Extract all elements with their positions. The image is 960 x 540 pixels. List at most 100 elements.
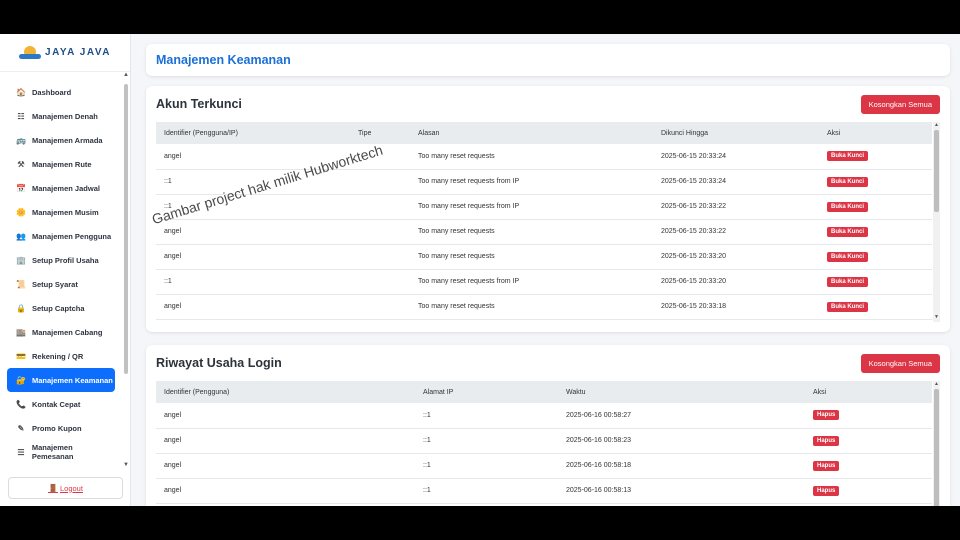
brand-logo[interactable]: JAYA JAVA [0, 34, 130, 72]
cell-action: Buka Kunci [819, 144, 932, 170]
logout-button[interactable]: 🚪 Logout [8, 477, 123, 499]
locked-accounts-title: Akun Terkunci [156, 97, 242, 111]
unlock-button[interactable]: Buka Kunci [827, 251, 869, 262]
delete-button[interactable]: Hapus [813, 410, 840, 421]
locked-table-scrollbar[interactable]: ▲ ▼ [933, 122, 940, 322]
cell-action: Buka Kunci [819, 219, 932, 245]
cell-until: 2025-06-15 20:33:24 [653, 144, 819, 170]
login-history-panel: Riwayat Usaha Login Kosongkan Semua Iden… [146, 345, 950, 506]
scroll-icon: 📜 [16, 279, 26, 289]
sidebar-item-manajemen-cabang[interactable]: 🏬 Manajemen Cabang [0, 320, 115, 344]
cell-action: Buka Kunci [819, 194, 932, 220]
sidebar-item-setup-captcha[interactable]: 🔒 Setup Captcha [0, 296, 115, 320]
sidebar-item-kontak-cepat[interactable]: 📞 Kontak Cepat [0, 392, 115, 416]
table-row: angel Too many reset requests 2025-06-15 2… [156, 219, 932, 245]
sidebar-item-setup-syarat[interactable]: 📜 Setup Syarat [0, 272, 115, 296]
cell-action: Hapus [805, 403, 932, 429]
table-row: angel Too many reset requests 2025-06-15 2… [156, 244, 932, 270]
cell-reason: Too many reset requests [410, 294, 653, 320]
bus-icon: 🚌 [16, 135, 26, 145]
building-icon: 🏢 [16, 255, 26, 265]
locked-accounts-panel: Akun Terkunci Kosongkan Semua Identifier… [146, 86, 950, 332]
sidebar-item-label: Rekening / QR [32, 351, 84, 361]
clear-history-button[interactable]: Kosongkan Semua [860, 353, 940, 373]
cell-type [350, 269, 410, 295]
table-row: ::1 Too many reset requests from IP 2025-0… [156, 194, 932, 220]
unlock-button[interactable]: Buka Kunci [827, 151, 869, 162]
scroll-down-icon[interactable]: ▼ [933, 314, 940, 320]
cell-until: 2025-06-15 20:33:24 [653, 169, 819, 195]
cell-time: 2025-06-16 00:58:18 [558, 453, 805, 479]
sidebar-item-label: Setup Captcha [32, 303, 85, 313]
cell-type [350, 219, 410, 245]
sidebar-item-manajemen-armada[interactable]: 🚌 Manajemen Armada [0, 128, 115, 152]
sidebar-scrollbar[interactable] [124, 76, 129, 466]
column-header: Alamat IP [415, 381, 558, 403]
sidebar-item-label: Dashboard [32, 87, 72, 97]
column-header: Dikunci Hingga [653, 122, 819, 144]
sidebar-item-setup-profil-usaha[interactable]: 🏢 Setup Profil Usaha [0, 248, 115, 272]
lock-icon: 🔒 [16, 303, 26, 313]
sidebar-item-manajemen-pengguna[interactable]: 👥 Manajemen Pengguna [0, 224, 115, 248]
cell-until: 2025-06-15 20:33:20 [653, 244, 819, 270]
cell-id: ::1 [156, 269, 350, 295]
unlock-button[interactable]: Buka Kunci [827, 226, 869, 237]
unlock-button[interactable]: Buka Kunci [827, 276, 869, 287]
cell-type [350, 169, 410, 195]
column-header: Identifier (Pengguna) [156, 381, 415, 403]
brand-name: JAYA JAVA [45, 47, 111, 58]
cell-type [350, 244, 410, 270]
branch-icon: 🏬 [16, 327, 26, 337]
scroll-down-icon[interactable]: ▼ [123, 462, 129, 468]
cell-action: Buka Kunci [819, 294, 932, 320]
sidebar-item-rekening-qr[interactable]: 💳 Rekening / QR [0, 344, 115, 368]
tag-icon: ✎ [17, 423, 25, 433]
tools-icon: ⚒ [17, 159, 25, 169]
shield-icon: 🔐 [16, 375, 26, 385]
delete-button[interactable]: Hapus [813, 435, 840, 446]
unlock-button[interactable]: Buka Kunci [827, 301, 869, 312]
cell-until: 2025-06-15 20:33:22 [653, 194, 819, 220]
sidebar-item-promo-kupon[interactable]: ✎ Promo Kupon [0, 416, 115, 440]
cell-time: 2025-06-16 00:58:27 [558, 403, 805, 429]
cell-id: angel [156, 403, 415, 429]
cell-type [350, 194, 410, 220]
grid-icon: ☷ [17, 111, 25, 121]
cell-ip: ::1 [415, 428, 558, 454]
cell-type [350, 294, 410, 320]
sidebar-item-label: Manajemen Pemesanan [31, 443, 74, 461]
sidebar-item-label: Manajemen Musim [32, 207, 99, 217]
sidebar-item-manajemen-jadwal[interactable]: 📅 Manajemen Jadwal [0, 176, 115, 200]
delete-button[interactable]: Hapus [813, 460, 840, 471]
scroll-up-icon[interactable]: ▲ [933, 381, 940, 387]
login-history-title: Riwayat Usaha Login [156, 356, 282, 370]
logo-icon [19, 45, 42, 61]
sidebar-item-manajemen-keamanan[interactable]: 🔐 Manajemen Keamanan [7, 368, 115, 392]
clear-locked-button[interactable]: Kosongkan Semua [860, 94, 940, 114]
sidebar-item-manajemen-musim[interactable]: 🌼 Manajemen Musim [0, 200, 115, 224]
card-icon: 💳 [16, 351, 26, 361]
scroll-up-icon[interactable]: ▲ [933, 122, 940, 128]
login-history-table: Identifier (Pengguna) Alamat IP Waktu Aksi … [156, 381, 932, 504]
delete-button[interactable]: Hapus [813, 485, 840, 496]
cell-time: 2025-06-16 00:58:13 [558, 478, 805, 504]
cell-until: 2025-06-15 20:33:22 [653, 219, 819, 245]
cell-action: Hapus [805, 428, 932, 454]
table-row: angel::1 2025-06-16 00:58:27 Hapus [156, 403, 932, 429]
unlock-button[interactable]: Buka Kunci [827, 176, 869, 187]
sidebar-item-dashboard[interactable]: 🏠 Dashboard [0, 80, 115, 104]
cell-id: angel [156, 478, 415, 504]
history-table-scrollbar[interactable]: ▲ [933, 381, 940, 506]
column-header: Identifier (Pengguna/IP) [156, 122, 350, 144]
scroll-up-icon[interactable]: ▲ [123, 72, 129, 78]
table-row: angel Too many reset requests 2025-06-15 2… [156, 144, 932, 170]
cell-reason: Too many reset requests from IP [410, 169, 653, 195]
sidebar-item-manajemen-rute[interactable]: ⚒ Manajemen Rute [0, 152, 115, 176]
sidebar-item-label: Manajemen Pengguna [32, 231, 112, 241]
unlock-button[interactable]: Buka Kunci [827, 201, 869, 212]
sidebar-item-manajemen-denah[interactable]: ☷ Manajemen Denah [0, 104, 115, 128]
season-icon: 🌼 [16, 207, 26, 217]
sidebar-item-manajemen-pemesanan[interactable]: ☰ Manajemen Pemesanan [0, 440, 115, 464]
locked-accounts-table: Identifier (Pengguna/IP) Tipe Alasan Dikunc… [156, 122, 932, 320]
cell-action: Buka Kunci [819, 169, 932, 195]
